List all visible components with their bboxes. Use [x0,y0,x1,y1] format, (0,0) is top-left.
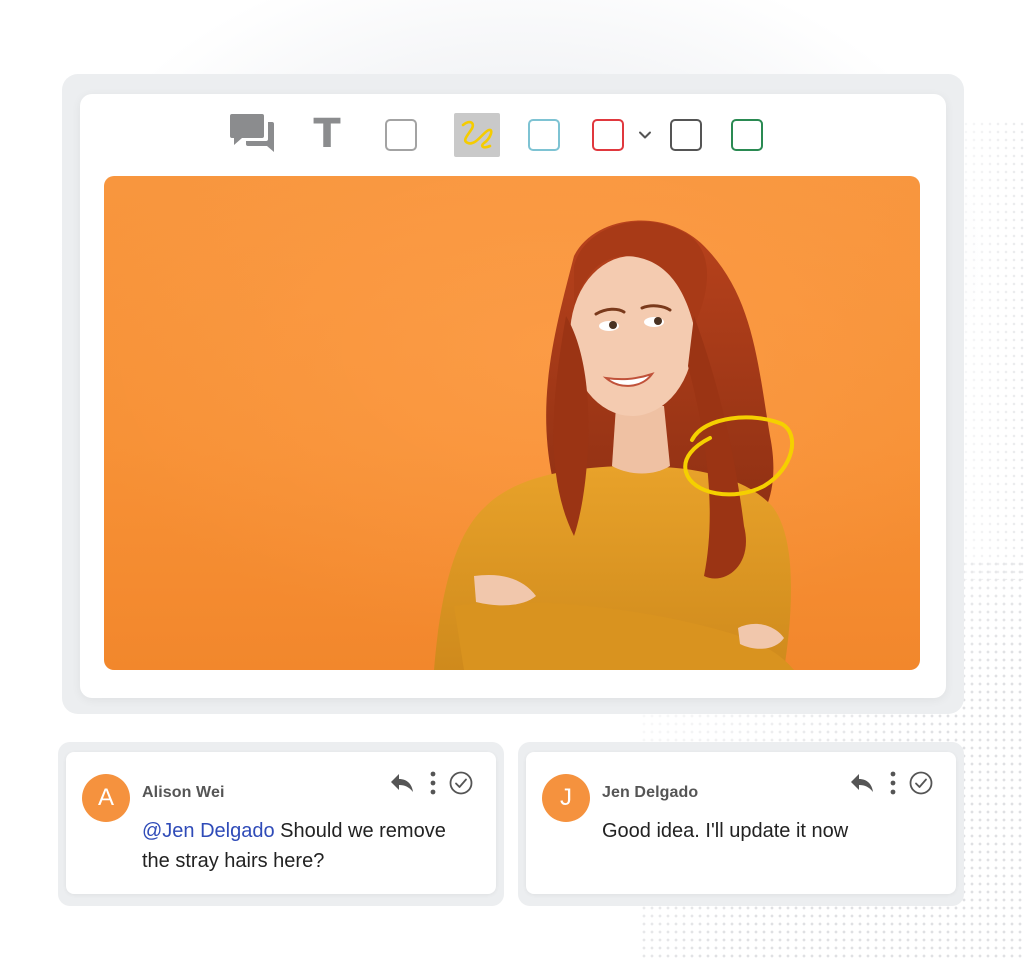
reply-icon [851,774,873,792]
rectangle-tool-dark[interactable] [670,119,702,151]
rectangle-tool-blue[interactable] [528,119,560,151]
freehand-draw-tool-button[interactable] [454,113,500,157]
comment-card: A Alison Wei @Jen Delgado Should we remo… [66,752,496,894]
comment-author: Jen Delgado [602,784,699,801]
comments-tool-button[interactable] [230,112,276,156]
rectangle-icon [731,119,763,151]
more-options-button[interactable] [886,770,900,796]
image-editor: T [80,94,946,698]
rectangle-icon [670,119,702,151]
portrait-photo [104,176,920,670]
comment-actions [848,770,940,796]
comments-icon [230,114,274,152]
resolve-button[interactable] [908,770,934,796]
reply-button[interactable] [848,770,876,796]
kebab-menu-icon [430,771,436,795]
more-options-button[interactable] [426,770,440,796]
rectangle-tool-red[interactable] [592,119,624,151]
rectangle-icon [528,119,560,151]
resolve-button[interactable] [448,770,474,796]
mention-link[interactable]: @Jen Delgado [142,820,275,842]
text-icon: T [313,111,341,157]
avatar: A [82,774,130,822]
kebab-menu-icon [890,771,896,795]
comment-card: J Jen Delgado Good idea. I'll update it … [526,752,956,894]
image-canvas[interactable] [104,176,920,670]
color-dropdown-button[interactable] [636,126,654,144]
rectangle-icon [385,119,417,151]
rectangle-tool-gray[interactable] [385,119,417,151]
avatar: J [542,774,590,822]
check-circle-icon [909,771,933,795]
check-circle-icon [449,771,473,795]
comment-text: Good idea. I'll update it now [602,816,932,846]
comment-text: @Jen Delgado Should we remove the stray … [142,816,472,876]
rectangle-icon [592,119,624,151]
annotation-toolbar: T [80,94,946,176]
comment-actions [388,770,480,796]
chevron-down-icon [639,131,651,139]
comment-body: Good idea. I'll update it now [602,820,849,842]
reply-icon [391,774,413,792]
text-tool-button[interactable]: T [308,114,346,154]
reply-button[interactable] [388,770,416,796]
squiggle-icon [461,120,493,149]
rectangle-tool-green[interactable] [731,119,763,151]
comment-author: Alison Wei [142,784,225,801]
